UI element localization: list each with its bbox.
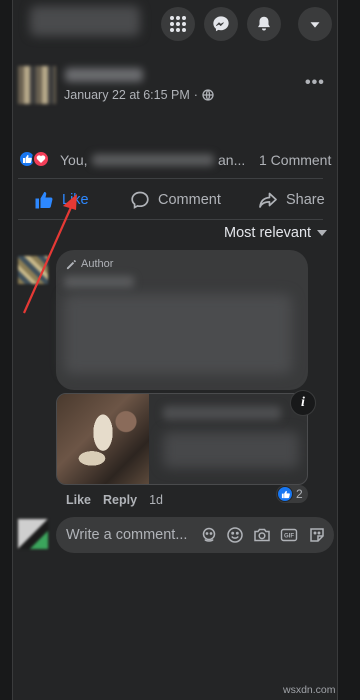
reactors-you[interactable]: You,: [60, 152, 88, 168]
svg-text:GIF: GIF: [284, 534, 294, 540]
sticker-button[interactable]: [308, 526, 326, 544]
preview-title-redacted: [163, 406, 281, 420]
share-button[interactable]: Share: [258, 190, 325, 210]
gif-button[interactable]: GIF: [280, 526, 298, 544]
separator: ·: [193, 88, 198, 102]
comment-icon: [131, 191, 149, 209]
author-badge: Author: [66, 258, 113, 270]
comment-composer: GIF: [56, 517, 334, 553]
share-label: Share: [286, 192, 325, 208]
messenger-icon: [213, 16, 229, 32]
my-avatar[interactable]: [18, 519, 48, 549]
messenger-button[interactable]: [204, 7, 238, 41]
comment-count-link[interactable]: 1 Comment: [259, 152, 331, 168]
camera-icon: [254, 528, 270, 542]
like-button[interactable]: Like: [34, 190, 89, 210]
love-reaction-icon: [32, 150, 50, 168]
avatar-sticker-button[interactable]: [200, 526, 218, 544]
thumbs-up-icon: [35, 192, 53, 209]
bell-icon: [258, 16, 270, 31]
reaction-icons[interactable]: [18, 150, 50, 168]
link-preview-card[interactable]: [56, 393, 308, 485]
avatar-sticker-icon: [202, 527, 216, 542]
sort-dropdown[interactable]: Most relevant: [224, 225, 328, 241]
divider: [18, 178, 323, 179]
comment-text-redacted: [64, 294, 292, 374]
reactors-redacted: [92, 154, 214, 166]
comment-button[interactable]: Comment: [130, 190, 221, 210]
pencil-icon: [66, 259, 76, 269]
comment-like-button[interactable]: Like: [66, 493, 91, 507]
top-bar: [0, 0, 360, 48]
divider: [18, 219, 323, 220]
share-icon: [259, 192, 277, 208]
comment-reaction-count[interactable]: 2: [276, 485, 308, 503]
like-reaction-icon: [277, 486, 293, 502]
author-label: Author: [81, 258, 114, 270]
post-meta: January 22 at 6:15 PM ·: [64, 88, 214, 102]
sticker-icon: [310, 528, 324, 542]
globe-icon: [202, 89, 214, 101]
preview-description-redacted: [163, 432, 299, 468]
commenter-name-redacted[interactable]: [64, 276, 134, 288]
post-options-icon[interactable]: •••: [305, 74, 325, 92]
blurred-header-title: [30, 6, 140, 36]
like-label: Like: [62, 192, 89, 208]
reaction-count: 2: [296, 487, 303, 501]
emoji-icon: [227, 527, 243, 543]
grid-icon: [170, 16, 186, 32]
comment-input[interactable]: [66, 525, 198, 545]
notifications-button[interactable]: [247, 7, 281, 41]
poster-name-redacted[interactable]: [65, 68, 143, 82]
watermark: wsxdn.com: [283, 684, 336, 696]
comment-reply-button[interactable]: Reply: [103, 493, 137, 507]
camera-button[interactable]: [253, 526, 271, 544]
commenter-avatar[interactable]: [18, 256, 48, 284]
poster-avatar[interactable]: [18, 66, 56, 104]
menu-button[interactable]: [161, 7, 195, 41]
caret-down-icon: [317, 230, 328, 236]
comment-label: Comment: [158, 192, 221, 208]
artwork-thumbnail: [57, 394, 149, 484]
info-icon[interactable]: i: [290, 390, 316, 416]
sort-label: Most relevant: [224, 225, 312, 241]
gif-icon: GIF: [280, 528, 298, 542]
account-menu-button[interactable]: [298, 7, 332, 41]
comment-actions: Like Reply 1d: [66, 493, 163, 507]
caret-down-icon: [310, 22, 320, 28]
comment-age[interactable]: 1d: [149, 493, 163, 507]
reactors-more[interactable]: an...: [218, 152, 245, 168]
post-timestamp[interactable]: January 22 at 6:15 PM: [64, 88, 190, 102]
emoji-button[interactable]: [226, 526, 244, 544]
